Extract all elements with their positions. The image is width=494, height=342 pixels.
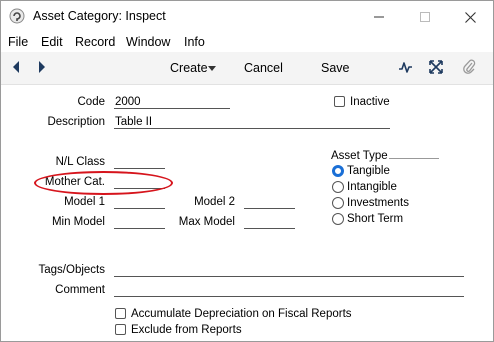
model2-field[interactable] [244,196,295,209]
activity-icon[interactable] [398,61,413,74]
app-icon [9,8,25,24]
nl-class-label: N/L Class [55,156,105,168]
create-button[interactable]: Create [170,61,208,75]
menu-file[interactable]: File [8,35,28,49]
menu-record[interactable]: Record [75,35,115,49]
comment-label: Comment [55,284,105,296]
inactive-label: Inactive [350,96,390,108]
max-model-label: Max Model [178,216,235,228]
radio-investments[interactable] [332,197,344,209]
menu-edit[interactable]: Edit [41,35,63,49]
save-button[interactable]: Save [321,61,350,75]
expand-icon[interactable] [429,60,443,74]
menu-info[interactable]: Info [184,35,205,49]
option-investments-label: Investments [347,197,409,209]
min-model-label: Min Model [51,216,105,228]
description-field[interactable]: Table II [114,116,390,129]
highlight-oval [34,171,173,195]
close-button[interactable] [447,1,493,33]
radio-intangible[interactable] [332,181,344,193]
minimize-button[interactable] [356,1,402,33]
model2-label: Model 2 [194,196,235,208]
asset-type-divider [389,158,439,159]
chevron-down-icon[interactable] [208,66,216,71]
model1-label: Model 1 [64,196,105,208]
model1-field[interactable] [114,196,165,209]
window-title: Asset Category: Inspect [33,9,166,23]
asset-category-window: Asset Category: Inspect File Edit Record… [0,0,494,342]
create-label: Create [170,61,208,75]
option-tangible-label: Tangible [347,165,390,177]
comment-field[interactable] [114,284,464,297]
max-model-field[interactable] [244,216,295,229]
nl-class-field[interactable] [114,156,165,169]
exclude-from-reports-checkbox[interactable] [115,324,126,335]
inactive-checkbox[interactable] [334,96,345,107]
radio-short-term[interactable] [332,213,344,225]
exclude-from-reports-label: Exclude from Reports [131,324,242,336]
maximize-button[interactable] [402,1,448,33]
maximize-icon [420,12,430,22]
minimize-icon [374,16,384,18]
option-intangible-label: Intangible [347,181,397,193]
code-label: Code [77,96,106,108]
option-short-term-label: Short Term [347,213,404,225]
description-label: Description [47,116,105,128]
tags-field[interactable] [114,264,464,277]
accumulate-depreciation-checkbox[interactable] [115,308,126,319]
tags-label: Tags/Objects [38,264,105,276]
menu-window[interactable]: Window [126,35,170,49]
accumulate-depreciation-label: Accumulate Depreciation on Fiscal Report… [131,308,352,320]
close-icon [464,11,476,23]
chevron-right-icon[interactable] [38,61,46,73]
min-model-field[interactable] [114,216,165,229]
code-field[interactable]: 2000 [114,96,230,109]
chevron-left-icon[interactable] [12,61,20,73]
cancel-button[interactable]: Cancel [244,61,283,75]
paperclip-icon[interactable] [463,59,476,75]
radio-tangible[interactable] [332,165,344,177]
asset-type-label: Asset Type [331,150,388,162]
